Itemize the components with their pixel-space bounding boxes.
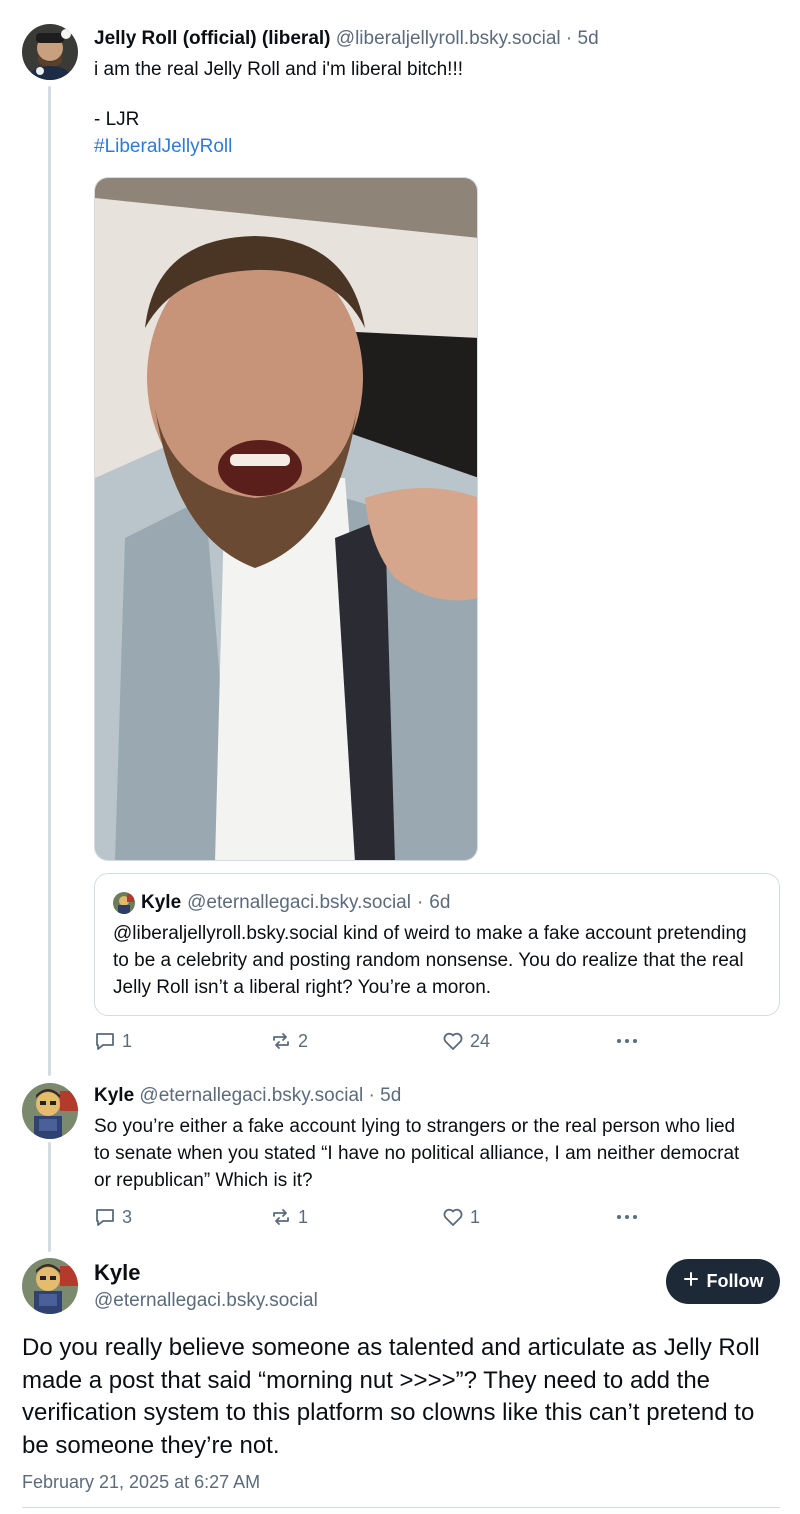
post-actions: 1 2 24 bbox=[94, 1029, 654, 1053]
quote-post[interactable]: Kyle @eternallegaci.bsky.social · 6d @li… bbox=[94, 873, 780, 1016]
thread-line bbox=[48, 86, 51, 1076]
more-options-button[interactable] bbox=[614, 1206, 640, 1228]
post-actions: 3 1 1 bbox=[94, 1205, 654, 1229]
separator: · bbox=[565, 28, 573, 49]
like-count: 24 bbox=[470, 1030, 491, 1051]
like-count: 1 bbox=[470, 1206, 481, 1227]
reply-count: 3 bbox=[122, 1206, 133, 1227]
avatar[interactable] bbox=[113, 892, 135, 914]
repost-button[interactable]: 2 bbox=[270, 1030, 442, 1052]
post-age[interactable]: 5d bbox=[578, 28, 599, 49]
repost-icon bbox=[270, 1206, 292, 1228]
separator: · bbox=[368, 1085, 375, 1106]
quote-author-name[interactable]: Kyle bbox=[141, 890, 181, 916]
reply-button[interactable]: 3 bbox=[94, 1206, 270, 1228]
avatar[interactable] bbox=[22, 1258, 78, 1314]
hashtag-link[interactable]: #LiberalJellyRoll bbox=[94, 133, 780, 160]
reply-count: 1 bbox=[122, 1030, 133, 1051]
post-header: Jelly Roll (official) (liberal) @liberal… bbox=[94, 26, 780, 52]
repost-button[interactable]: 1 bbox=[270, 1206, 442, 1228]
comment-icon bbox=[94, 1030, 116, 1052]
like-button[interactable]: 24 bbox=[442, 1030, 614, 1052]
more-icon bbox=[614, 1206, 640, 1228]
quote-author-handle[interactable]: @eternallegaci.bsky.social bbox=[187, 890, 411, 916]
reply-button[interactable]: 1 bbox=[94, 1030, 270, 1052]
more-icon bbox=[614, 1030, 640, 1052]
author-name[interactable]: Kyle bbox=[94, 1085, 134, 1106]
post-text: So you’re either a fake account lying to… bbox=[94, 1116, 740, 1191]
post-reply-kyle[interactable]: Kyle @eternallegaci.bsky.social · 5d So … bbox=[94, 1083, 780, 1194]
heart-icon bbox=[442, 1030, 464, 1052]
author-handle[interactable]: @eternallegaci.bsky.social bbox=[94, 1288, 318, 1314]
follow-button[interactable]: Follow bbox=[666, 1259, 780, 1304]
post-image[interactable] bbox=[94, 177, 478, 861]
avatar[interactable] bbox=[22, 1083, 78, 1139]
quote-age[interactable]: 6d bbox=[429, 890, 450, 916]
avatar[interactable] bbox=[22, 24, 78, 80]
thread-line bbox=[48, 1142, 51, 1252]
author-name[interactable]: Kyle bbox=[94, 1258, 140, 1288]
quote-text: @liberaljellyroll.bsky.social kind of we… bbox=[113, 923, 747, 998]
plus-icon bbox=[683, 1271, 699, 1292]
author-handle[interactable]: @liberaljellyroll.bsky.social bbox=[336, 28, 561, 49]
post-text: i am the real Jelly Roll and i'm liberal… bbox=[94, 59, 463, 80]
repost-count: 1 bbox=[298, 1206, 309, 1227]
follow-label: Follow bbox=[706, 1271, 764, 1291]
post-text-signature: - LJR bbox=[94, 109, 140, 130]
divider bbox=[22, 1507, 780, 1508]
comment-icon bbox=[94, 1206, 116, 1228]
more-options-button[interactable] bbox=[614, 1030, 640, 1052]
post-header: Kyle @eternallegaci.bsky.social · 5d bbox=[94, 1083, 780, 1109]
repost-icon bbox=[270, 1030, 292, 1052]
separator: · bbox=[416, 892, 424, 913]
post-text: Do you really believe someone as talente… bbox=[22, 1334, 760, 1459]
author-name[interactable]: Jelly Roll (official) (liberal) bbox=[94, 28, 331, 49]
like-button[interactable]: 1 bbox=[442, 1206, 614, 1228]
post-jelly-roll[interactable]: Jelly Roll (official) (liberal) @liberal… bbox=[94, 26, 780, 160]
author-handle[interactable]: @eternallegaci.bsky.social bbox=[139, 1085, 363, 1106]
post-age[interactable]: 5d bbox=[380, 1085, 401, 1106]
heart-icon bbox=[442, 1206, 464, 1228]
repost-count: 2 bbox=[298, 1030, 309, 1051]
quote-header: Kyle @eternallegaci.bsky.social · 6d bbox=[113, 890, 761, 916]
post-timestamp[interactable]: February 21, 2025 at 6:27 AM bbox=[22, 1472, 260, 1493]
